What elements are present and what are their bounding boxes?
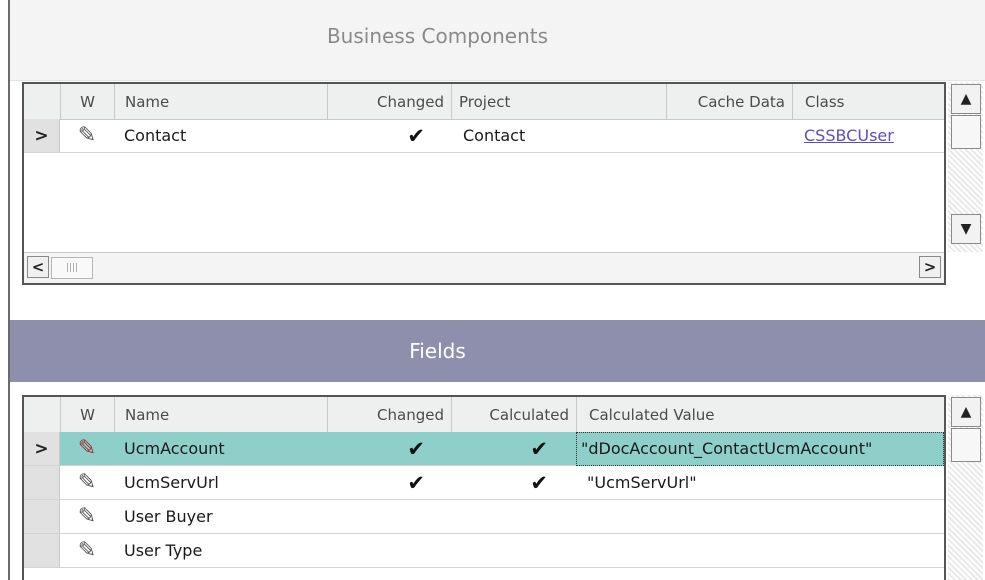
pencil-icon: ✎ bbox=[77, 504, 97, 529]
table-row[interactable]: > ✎ Contact ✔ Contact CSSBCUser bbox=[24, 119, 944, 153]
bc-col-w[interactable]: W bbox=[60, 84, 114, 119]
fields-title: Fields bbox=[409, 339, 466, 363]
field-row-calculated-value-editor[interactable]: "dDocAccount_ContactUcmAccount" bbox=[576, 432, 944, 466]
fields-vertical-scrollbar[interactable]: ▲ bbox=[948, 395, 983, 580]
pencil-icon: ✎ bbox=[77, 436, 97, 461]
bc-row-project: Contact bbox=[463, 126, 526, 145]
fields-selector-header bbox=[24, 397, 60, 432]
field-row-changed-check: ✔ bbox=[407, 437, 425, 461]
field-row-changed-check: ✔ bbox=[407, 471, 425, 495]
table-row[interactable]: ✎ User Buyer bbox=[24, 500, 944, 534]
bc-col-cache-data[interactable]: Cache Data bbox=[666, 84, 792, 119]
row-selector[interactable] bbox=[24, 500, 60, 533]
fields-header-row: W Name Changed Calculated Calculated Val… bbox=[24, 397, 944, 433]
field-row-calculated-check bbox=[451, 534, 576, 568]
arrow-left-icon[interactable]: < bbox=[27, 256, 49, 278]
bc-col-changed[interactable]: Changed bbox=[327, 84, 451, 119]
arrow-right-icon[interactable]: > bbox=[919, 256, 941, 278]
bc-horizontal-scrollbar[interactable]: < |||| > bbox=[24, 252, 944, 283]
field-row-name: User Type bbox=[124, 541, 203, 560]
bc-vscroll-thumb[interactable] bbox=[951, 115, 981, 149]
pencil-icon: ✎ bbox=[77, 538, 97, 563]
field-row-name: UcmAccount bbox=[124, 439, 225, 458]
table-row[interactable]: ✎ UcmServUrl ✔ ✔ "UcmServUrl" bbox=[24, 466, 944, 500]
arrow-up-icon[interactable]: ▲ bbox=[951, 397, 981, 427]
pencil-icon: ✎ bbox=[77, 123, 97, 148]
bc-col-class[interactable]: Class bbox=[792, 84, 944, 119]
fields-col-changed[interactable]: Changed bbox=[327, 397, 451, 432]
bc-row-class-link[interactable]: CSSBCUser bbox=[796, 119, 944, 153]
row-selector[interactable] bbox=[24, 534, 60, 567]
row-selector[interactable] bbox=[24, 466, 60, 499]
fields-grid: W Name Changed Calculated Calculated Val… bbox=[22, 395, 946, 580]
fields-col-calculated[interactable]: Calculated bbox=[451, 397, 576, 432]
fields-col-w[interactable]: W bbox=[60, 397, 114, 432]
fields-vscroll-thumb[interactable] bbox=[951, 428, 981, 462]
bc-col-project[interactable]: Project bbox=[451, 84, 666, 119]
bc-row-cache-data bbox=[666, 119, 792, 153]
bc-hscroll-thumb[interactable]: |||| bbox=[51, 257, 93, 279]
field-row-calculated-check: ✔ bbox=[530, 437, 548, 461]
chevron-right-icon: > bbox=[24, 432, 60, 465]
field-row-calculated-value: "UcmServUrl" bbox=[587, 473, 697, 492]
table-row[interactable]: ✎ User Type bbox=[24, 534, 944, 568]
siebel-tools-window: Business Components W Name Changed Proje… bbox=[0, 0, 985, 580]
chevron-right-icon: > bbox=[24, 119, 60, 152]
fields-col-name[interactable]: Name bbox=[114, 397, 327, 432]
bc-selector-header bbox=[24, 84, 60, 119]
bc-vertical-scrollbar[interactable]: ▲ ▼ bbox=[948, 82, 983, 252]
field-row-calculated-value bbox=[576, 534, 944, 568]
field-row-calculated-check bbox=[451, 500, 576, 534]
field-row-changed-check bbox=[327, 500, 451, 534]
left-border bbox=[8, 0, 10, 580]
field-row-calculated-value bbox=[576, 500, 944, 534]
table-row[interactable]: > ✎ UcmAccount ✔ ✔ "dDocAccount_ContactU… bbox=[24, 432, 944, 466]
bc-row-name: Contact bbox=[124, 126, 187, 145]
field-row-changed-check bbox=[327, 534, 451, 568]
arrow-down-icon[interactable]: ▼ bbox=[951, 214, 981, 244]
field-row-name: UcmServUrl bbox=[124, 473, 219, 492]
field-row-name: User Buyer bbox=[124, 507, 213, 526]
pencil-icon: ✎ bbox=[77, 470, 97, 495]
business-components-title: Business Components bbox=[326, 24, 549, 48]
bc-col-name[interactable]: Name bbox=[114, 84, 327, 119]
bc-row-changed-check: ✔ bbox=[407, 124, 425, 148]
business-components-grid: W Name Changed Project Cache Data Class … bbox=[22, 82, 946, 285]
fields-col-calculated-value[interactable]: Calculated Value bbox=[576, 397, 944, 432]
field-row-calculated-check: ✔ bbox=[530, 471, 548, 495]
bc-header-row: W Name Changed Project Cache Data Class bbox=[24, 84, 944, 120]
arrow-up-icon[interactable]: ▲ bbox=[951, 84, 981, 114]
